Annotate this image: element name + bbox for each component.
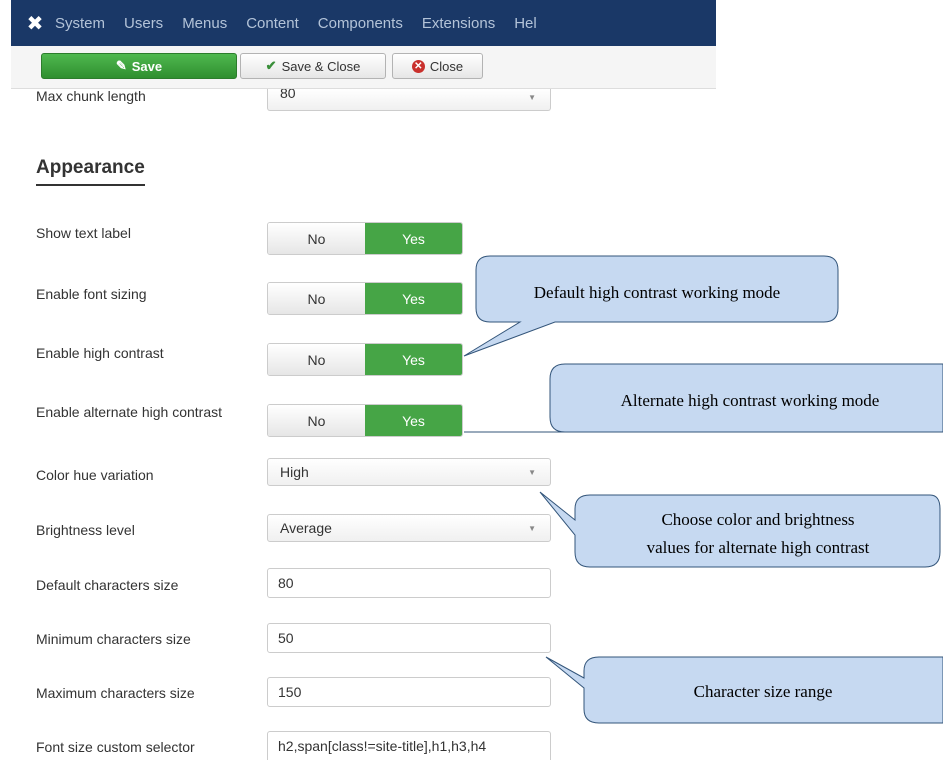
enable-font-sizing-toggle: No Yes bbox=[267, 282, 463, 315]
enable-alt-high-contrast-no[interactable]: No bbox=[268, 405, 365, 436]
max-chunk-length-label: Max chunk length bbox=[36, 91, 146, 104]
show-text-label-label: Show text label bbox=[36, 225, 131, 241]
brightness-level-label: Brightness level bbox=[36, 522, 135, 538]
max-chunk-length-value: 80 bbox=[280, 89, 296, 101]
max-char-size-input[interactable]: 150 bbox=[267, 677, 551, 707]
save-close-button[interactable]: ✔ Save & Close bbox=[240, 53, 386, 79]
brightness-level-select[interactable]: Average ▼ bbox=[267, 514, 551, 542]
min-char-size-label: Minimum characters size bbox=[36, 631, 191, 647]
max-chunk-length-select[interactable]: 80 ▼ bbox=[267, 89, 551, 111]
callout-color-brightness-text-1: Choose color and brightness bbox=[661, 510, 854, 529]
enable-high-contrast-no[interactable]: No bbox=[268, 344, 365, 375]
close-circle-icon: ✕ bbox=[411, 59, 425, 73]
chevron-down-icon: ▼ bbox=[528, 468, 536, 477]
enable-high-contrast-yes[interactable]: Yes bbox=[365, 344, 462, 375]
callout-alternate-hc-bubble bbox=[464, 363, 943, 433]
section-title-appearance: Appearance bbox=[36, 157, 145, 186]
save-button-label: Save bbox=[131, 58, 163, 74]
show-text-label-no[interactable]: No bbox=[268, 223, 365, 254]
brightness-level-value: Average bbox=[280, 520, 332, 536]
default-char-size-input[interactable]: 80 bbox=[267, 568, 551, 598]
color-hue-variation-label: Color hue variation bbox=[36, 467, 154, 483]
callout-color-brightness-bubble bbox=[539, 491, 941, 568]
min-char-size-input[interactable]: 50 bbox=[267, 623, 551, 653]
toolbar: ✎ Save ✔ Save & Close ✕ Close bbox=[11, 46, 716, 89]
show-text-label-toggle: No Yes bbox=[267, 222, 463, 255]
admin-menu-bar: ✖ System Users Menus Content Components … bbox=[11, 0, 716, 46]
enable-font-sizing-no[interactable]: No bbox=[268, 283, 365, 314]
menu-menus[interactable]: Menus bbox=[182, 15, 227, 32]
color-hue-variation-value: High bbox=[280, 464, 309, 480]
callout-default-hc-text: Default high contrast working mode bbox=[534, 283, 780, 302]
show-text-label-yes[interactable]: Yes bbox=[365, 223, 462, 254]
callout-default-hc-bubble bbox=[463, 255, 839, 357]
enable-alt-high-contrast-label: Enable alternate high contrast bbox=[36, 404, 223, 420]
enable-font-sizing-label: Enable font sizing bbox=[36, 286, 147, 302]
callout-color-brightness-text-2: values for alternate high contrast bbox=[647, 538, 870, 557]
enable-high-contrast-toggle: No Yes bbox=[267, 343, 463, 376]
enable-alt-high-contrast-toggle: No Yes bbox=[267, 404, 463, 437]
callout-char-size-text: Character size range bbox=[694, 682, 833, 701]
menu-users[interactable]: Users bbox=[124, 15, 163, 32]
enable-alt-high-contrast-yes[interactable]: Yes bbox=[365, 405, 462, 436]
save-close-label: Save & Close bbox=[281, 58, 361, 74]
menu-system[interactable]: System bbox=[55, 15, 105, 32]
menu-extensions[interactable]: Extensions bbox=[422, 15, 495, 32]
checkmark-icon: ✔ bbox=[265, 58, 277, 73]
default-char-size-label: Default characters size bbox=[36, 577, 179, 593]
chevron-down-icon: ▼ bbox=[528, 93, 536, 102]
close-button[interactable]: ✕ Close bbox=[392, 53, 483, 79]
close-label: Close bbox=[429, 58, 464, 74]
chevron-down-icon: ▼ bbox=[528, 524, 536, 533]
joomla-logo-icon[interactable]: ✖ bbox=[15, 11, 55, 36]
font-size-selector-label: Font size custom selector bbox=[36, 739, 195, 755]
enable-font-sizing-yes[interactable]: Yes bbox=[365, 283, 462, 314]
font-size-selector-input[interactable]: h2,span[class!=site-title],h1,h3,h4 bbox=[267, 731, 551, 760]
menu-help[interactable]: Help bbox=[514, 15, 536, 32]
callout-char-size-bubble bbox=[545, 656, 943, 724]
menu-components[interactable]: Components bbox=[318, 15, 403, 32]
max-char-size-label: Maximum characters size bbox=[36, 685, 195, 701]
enable-high-contrast-label: Enable high contrast bbox=[36, 345, 164, 361]
color-hue-variation-select[interactable]: High ▼ bbox=[267, 458, 551, 486]
save-button[interactable]: ✎ Save bbox=[41, 53, 237, 79]
callout-alternate-hc-text: Alternate high contrast working mode bbox=[621, 391, 880, 410]
menu-content[interactable]: Content bbox=[246, 15, 299, 32]
edit-icon: ✎ bbox=[115, 58, 127, 73]
